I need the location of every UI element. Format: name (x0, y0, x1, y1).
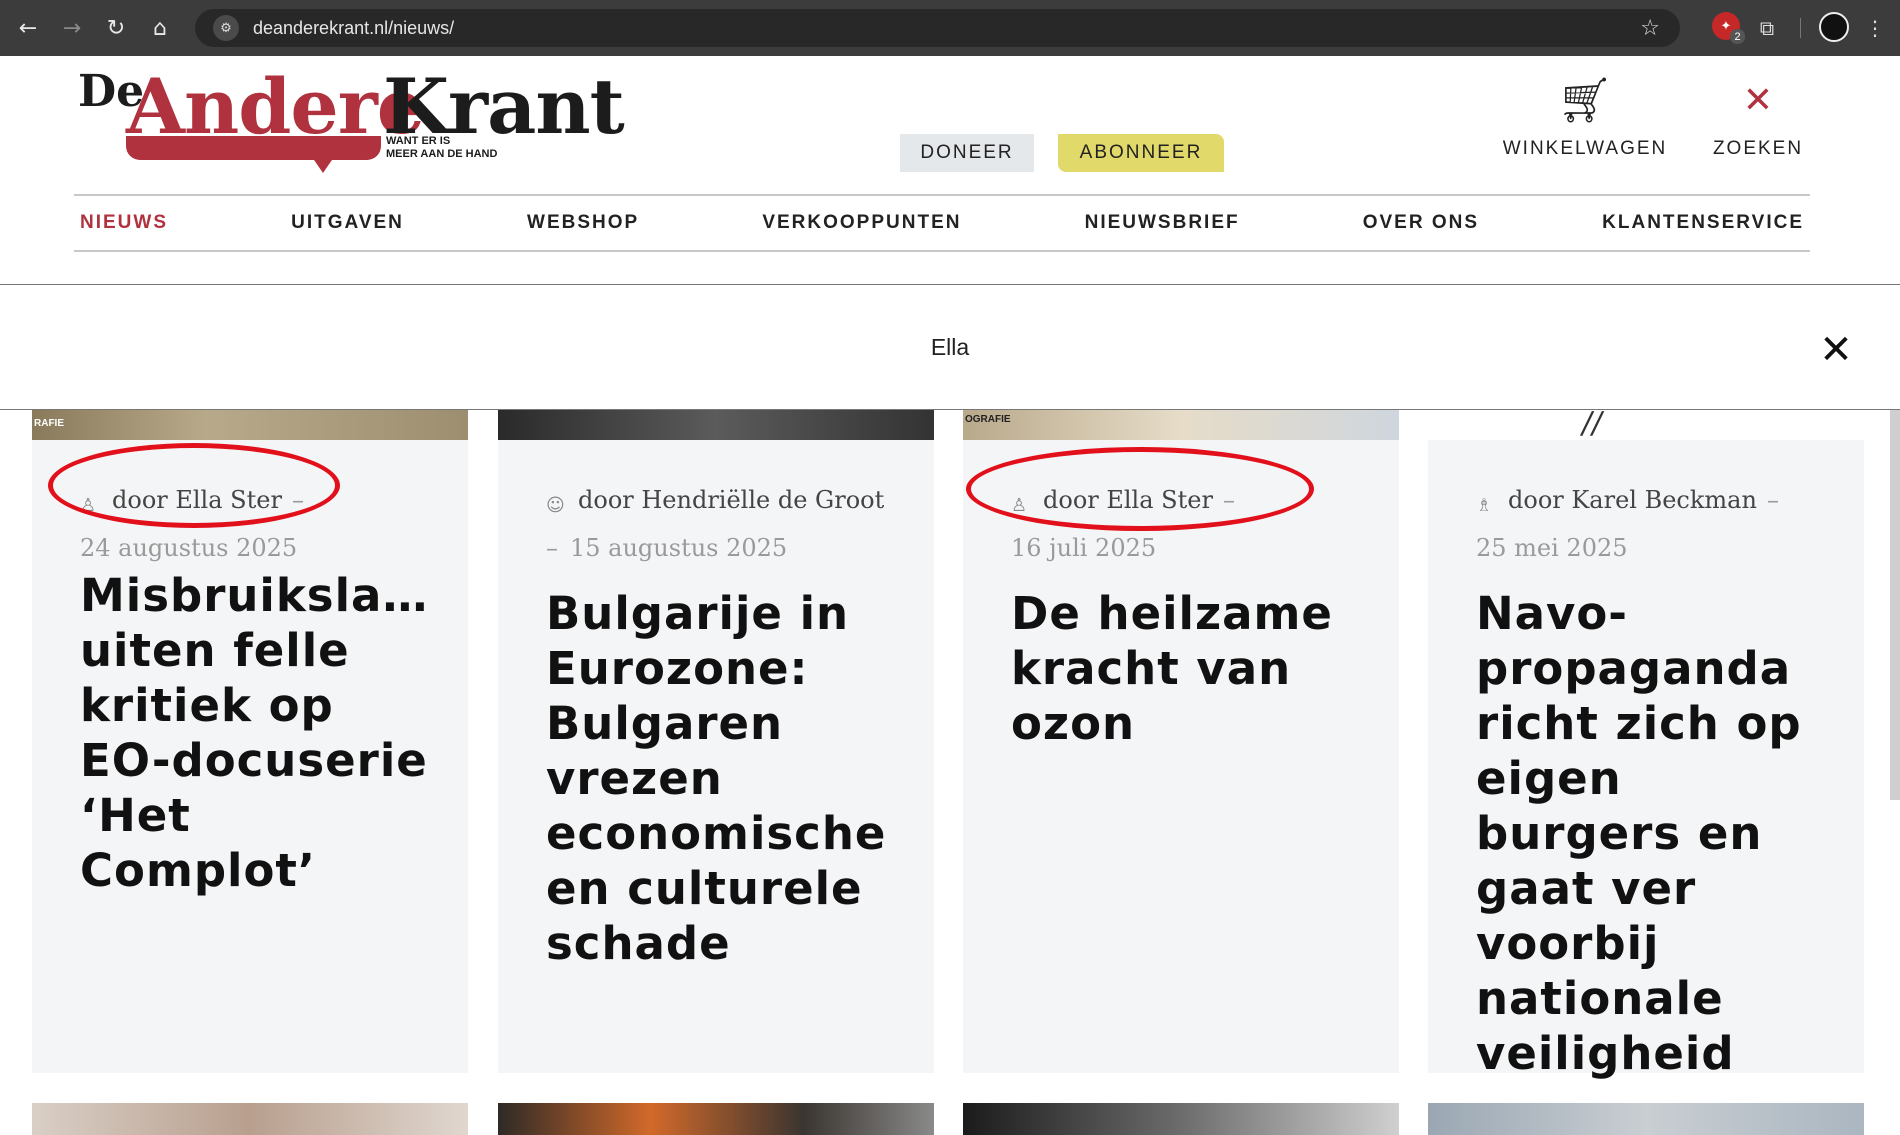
article-card[interactable]: ☺ door Hendriëlle de Groot –15 augustus 2… (498, 440, 934, 1073)
nav-item-nieuws[interactable]: NIEUWS (80, 212, 168, 234)
article-image[interactable]: OGRAFIE (963, 410, 1399, 440)
cart-label: WINKELWAGEN (1502, 138, 1668, 159)
byline-separator: – (1766, 486, 1779, 514)
author-avatar-icon: ☺ (546, 495, 565, 516)
search-input[interactable] (0, 285, 1900, 409)
nav-item-klantenservice[interactable]: KLANTENSERVICE (1602, 212, 1804, 234)
close-icon[interactable]: ✕ (1816, 330, 1856, 370)
article-card[interactable]: ♗ door Karel Beckman – 25 mei 2025 Navo-pr… (1428, 440, 1864, 1080)
image-caption: RAFIE (34, 418, 64, 429)
search-overlay (0, 284, 1900, 410)
article-author[interactable]: door Hendriëlle de Groot (578, 486, 884, 514)
extension-symbol: ✦ (1720, 18, 1732, 33)
article-image[interactable] (32, 1103, 468, 1135)
doneer-button[interactable]: DONEER (900, 134, 1034, 172)
address-bar[interactable]: ⚙ deanderekrant.nl/nieuws/ ☆ (195, 9, 1680, 47)
nav-item-over-ons[interactable]: OVER ONS (1363, 212, 1479, 234)
article-card[interactable]: ♙ door Ella Ster – 16 juli 2025 De heilzam… (963, 440, 1399, 1073)
article-byline: ☺ door Hendriëlle de Groot –15 augustus 2… (546, 476, 926, 572)
puzzle-icon[interactable]: ⧉ (1752, 13, 1782, 43)
forward-arrow-icon[interactable]: → (50, 6, 94, 50)
article-grid: RAFIE OGRAFIE ♙ door Ella Ster – 24 august… (32, 410, 1864, 1135)
toolbar-divider (1800, 18, 1801, 38)
tagline-line2: MEER AAN DE HAND (386, 148, 498, 160)
author-avatar-icon: ♗ (1476, 495, 1493, 516)
browser-toolbar: ← → ↻ ⌂ ⚙ deanderekrant.nl/nieuws/ ☆ ✦ 2… (0, 0, 1900, 56)
logo-speech-bubble-tail (312, 157, 334, 173)
article-image[interactable] (963, 1103, 1399, 1135)
logo-tagline: WANT ER IS MEER AAN DE HAND (386, 135, 497, 161)
profile-avatar[interactable] (1819, 12, 1849, 42)
article-date: 16 juli 2025 (1011, 534, 1157, 562)
logo-speech-bubble (126, 136, 381, 160)
article-image[interactable] (498, 410, 934, 440)
article-date: 24 augustus 2025 (80, 534, 298, 562)
tagline-line1: WANT ER IS (386, 135, 451, 147)
image-caption: OGRAFIE (965, 414, 1011, 425)
extension-badge-count: 2 (1730, 29, 1745, 44)
highlight-circle-ella-ster-2 (966, 447, 1314, 531)
article-image[interactable]: RAFIE (32, 410, 468, 440)
site-settings-icon[interactable]: ⚙ (213, 15, 239, 41)
extension-icon[interactable]: ✦ 2 (1712, 12, 1745, 44)
article-title[interactable]: Misbruiksla… uiten felle kritiek op EO-d… (80, 568, 440, 898)
cart-icon: 🛒︎ (1557, 75, 1613, 126)
article-image[interactable] (1428, 1103, 1864, 1135)
article-author[interactable]: door Karel Beckman (1508, 486, 1757, 514)
article-title[interactable]: De heilzame kracht van ozon (1011, 586, 1371, 751)
nav-item-nieuwsbrief[interactable]: NIEUWSBRIEF (1085, 212, 1240, 234)
page-scrollbar[interactable] (1890, 410, 1900, 800)
article-date: 15 augustus 2025 (570, 534, 788, 562)
nav-item-verkooppunten[interactable]: VERKOOPPUNTEN (762, 212, 961, 234)
article-date: 25 mei 2025 (1476, 534, 1628, 562)
home-icon[interactable]: ⌂ (138, 6, 182, 50)
byline-separator: – (546, 534, 558, 562)
abonneer-button[interactable]: ABONNEER (1058, 134, 1224, 172)
article-title[interactable]: Navo-propaganda richt zich op eigen burg… (1476, 586, 1836, 1081)
search-toggle[interactable]: ✕ ZOEKEN (1700, 76, 1816, 166)
article-card[interactable]: ♙ door Ella Ster – 24 augustus 2025 Misbru… (32, 440, 468, 1073)
highlight-circle-ella-ster-1 (48, 443, 340, 528)
back-arrow-icon[interactable]: ← (6, 6, 50, 50)
search-label: ZOEKEN (1712, 138, 1804, 159)
kebab-menu-icon[interactable]: ⋮ (1860, 13, 1890, 43)
main-navigation: NIEUWS UITGAVEN WEBSHOP VERKOOPPUNTEN NI… (74, 194, 1810, 252)
url-text[interactable]: deanderekrant.nl/nieuws/ (253, 18, 454, 39)
site-logo[interactable]: De Andere Krant WANT ER IS MEER AAN DE H… (78, 62, 625, 182)
star-icon[interactable]: ☆ (1640, 16, 1660, 41)
cart-link[interactable]: 🛒︎ WINKELWAGEN (1500, 76, 1670, 166)
nav-item-uitgaven[interactable]: UITGAVEN (291, 212, 404, 234)
article-image[interactable] (498, 1103, 934, 1135)
close-search-red-icon: ✕ (1742, 80, 1774, 121)
nav-item-webshop[interactable]: WEBSHOP (527, 212, 639, 234)
article-title[interactable]: Bulgarije in Eurozone: Bulgaren vrezen e… (546, 586, 906, 971)
reload-icon[interactable]: ↻ (94, 6, 138, 50)
article-byline: ♗ door Karel Beckman – 25 mei 2025 (1476, 476, 1836, 572)
